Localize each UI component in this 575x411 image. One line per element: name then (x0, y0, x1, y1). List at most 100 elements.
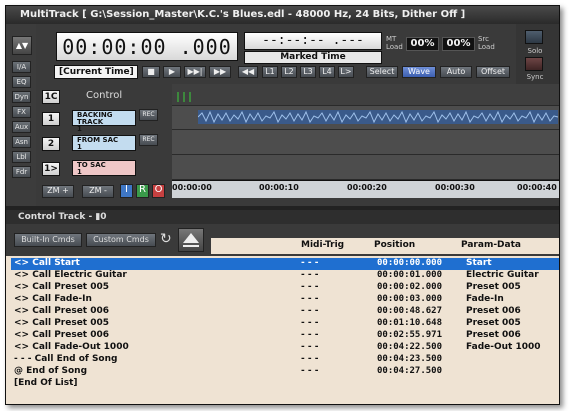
wave-button[interactable]: Wave (402, 66, 436, 78)
control-track-number[interactable]: 1C (42, 90, 60, 104)
command-cell: @ End of Song (14, 366, 88, 376)
output-mode-button[interactable]: O (152, 184, 165, 198)
expand-icon[interactable] (178, 228, 204, 252)
position-cell: 00:00:02.000 (377, 282, 443, 292)
triangle-icon (183, 233, 199, 247)
command-cell: [End Of List] (14, 378, 78, 388)
record-mode-button[interactable]: R (136, 184, 149, 198)
control-track-title: Control Track - ▮0 (6, 210, 559, 224)
param-data-cell: Start (466, 258, 492, 268)
track-1-number[interactable]: 1 (42, 112, 60, 126)
track-2-lane[interactable] (172, 130, 559, 155)
current-time-button[interactable]: [Current Time] (54, 65, 138, 79)
ia-button[interactable]: I/A (12, 61, 31, 73)
position-cell: 00:01:10.648 (377, 318, 443, 328)
rewind-button[interactable]: ◀◀ (238, 66, 258, 78)
track-3-name-text: TO SAC (77, 161, 106, 169)
fdr-button[interactable]: Fdr (12, 166, 31, 178)
midi-trig-cell: - - - (301, 330, 319, 340)
command-cell: - - - Call End of Song (14, 354, 118, 364)
midi-trig-cell: - - - (301, 342, 319, 352)
solo-button[interactable] (525, 30, 543, 44)
solo-label: Solo (527, 47, 543, 55)
big-time-display: 00:00:00 .000 (56, 32, 238, 61)
play-button[interactable]: ▶ (163, 66, 181, 78)
dyn-button[interactable]: Dyn (12, 91, 31, 103)
track-3-lane[interactable] (172, 155, 559, 180)
param-data-cell: Preset 006 (466, 306, 521, 316)
list-item[interactable]: [End Of List] (11, 378, 559, 390)
locator-l3-button[interactable]: L3 (300, 66, 316, 78)
list-item[interactable]: <> Call Fade-In - - - 00:00:03.000 Fade-In (11, 294, 559, 306)
fast-forward-button[interactable]: ▶▶ (209, 66, 231, 78)
input-mode-button[interactable]: I (120, 184, 133, 198)
zoom-out-button[interactable]: ZM - (82, 185, 114, 198)
ruler-tick-30: 00:00:30 (435, 183, 475, 192)
ruler-tick-0: 00:00:00 (172, 183, 212, 192)
command-cell: <> Call Electric Guitar (14, 270, 127, 280)
list-item[interactable]: <> Call Start - - - 00:00:00.000 Start (11, 258, 559, 270)
list-item[interactable]: <> Call Preset 006 - - - 00:02:55.971 Prese… (11, 330, 559, 342)
param-data-cell: Fade-In (466, 294, 504, 304)
track-1-name[interactable]: BACKING TRACK 1 (72, 110, 136, 133)
track-1-rec-button[interactable]: REC (139, 109, 158, 121)
left-button-bar: ▲▼ I/A EQ Dyn FX Aux Asn Lbl Fdr (6, 24, 36, 206)
locator-l4-button[interactable]: L4 (319, 66, 335, 78)
ruler-tick-20: 00:00:20 (347, 183, 387, 192)
timeline-ruler[interactable]: 00:00:00 00:00:10 00:00:20 00:00:30 00:0… (172, 180, 559, 198)
eq-button[interactable]: EQ (12, 76, 31, 88)
asn-button[interactable]: Asn (12, 136, 31, 148)
stop-button[interactable]: ■ (142, 66, 160, 78)
sync-button[interactable] (525, 57, 543, 71)
column-header-bar: Midi-Trig Position Param-Data (211, 238, 559, 254)
zoom-in-button[interactable]: ZM + (42, 185, 74, 198)
list-item[interactable]: - - - Call End of Song - - - 00:04:23.500 (11, 354, 559, 366)
param-data-cell: Electric Guitar (466, 270, 539, 280)
list-item[interactable]: <> Call Electric Guitar - - - 00:00:01.000… (11, 270, 559, 282)
list-item[interactable]: @ End of Song - - - 00:04:27.500 (11, 366, 559, 378)
position-cell: 00:04:27.500 (377, 366, 443, 376)
midi-trig-cell: - - - (301, 258, 319, 268)
window-title: MultiTrack [ G:\Session_Master\K.C.'s Bl… (6, 6, 559, 24)
up-down-arrow-button[interactable]: ▲▼ (12, 36, 32, 55)
track-3-name[interactable]: TO SAC 1 (72, 160, 136, 176)
col-midi-trig[interactable]: Midi-Trig (301, 240, 344, 250)
lbl-button[interactable]: Lbl (12, 151, 31, 163)
builtin-cmds-button[interactable]: Built-In Cmds (14, 233, 82, 247)
locator-l1-button[interactable]: L1 (262, 66, 278, 78)
track-2-rec-button[interactable]: REC (139, 134, 158, 146)
col-position[interactable]: Position (374, 240, 415, 250)
list-item[interactable]: <> Call Preset 006 - - - 00:00:48.627 Prese… (11, 306, 559, 318)
midi-trig-cell: - - - (301, 366, 319, 376)
param-data-cell: Preset 005 (466, 282, 521, 292)
command-cell: <> Call Preset 006 (14, 330, 110, 340)
aux-button[interactable]: Aux (12, 121, 31, 133)
src-load-label: Src Load (478, 35, 495, 51)
control-track-label: Control (86, 90, 123, 101)
track-2-name-text: FROM SAC (77, 136, 119, 144)
mt-load-label: MT Load (386, 35, 403, 51)
mt-load-value: 00% (406, 37, 439, 51)
track-2-number[interactable]: 2 (42, 137, 60, 151)
track-2-sub: 1 (77, 143, 82, 151)
track-3-number[interactable]: 1> (42, 162, 60, 176)
offset-button[interactable]: Offset (476, 66, 510, 78)
play-to-end-button[interactable]: ▶▶| (184, 66, 206, 78)
position-cell: 00:04:22.500 (377, 342, 443, 352)
list-item[interactable]: <> Call Preset 005 - - - 00:00:02.000 Prese… (11, 282, 559, 294)
select-button[interactable]: Select (366, 66, 398, 78)
auto-button[interactable]: Auto (440, 66, 472, 78)
position-cell: 00:00:48.627 (377, 306, 443, 316)
refresh-icon[interactable]: ↻ (160, 231, 176, 247)
track-2-name[interactable]: FROM SAC 1 (72, 135, 136, 151)
locator-l2-button[interactable]: L2 (281, 66, 297, 78)
col-param-data[interactable]: Param-Data (461, 240, 521, 250)
fx-button[interactable]: FX (12, 106, 31, 118)
track-1-lane[interactable] (172, 106, 559, 130)
custom-cmds-button[interactable]: Custom Cmds (86, 233, 156, 247)
command-cell: <> Call Fade-Out 1000 (14, 342, 129, 352)
list-item[interactable]: <> Call Preset 005 - - - 00:01:10.648 Prese… (11, 318, 559, 330)
locator-next-button[interactable]: L> (338, 66, 354, 78)
control-lane[interactable] (172, 84, 559, 106)
list-item[interactable]: <> Call Fade-Out 1000 - - - 00:04:22.500 Fa… (11, 342, 559, 354)
